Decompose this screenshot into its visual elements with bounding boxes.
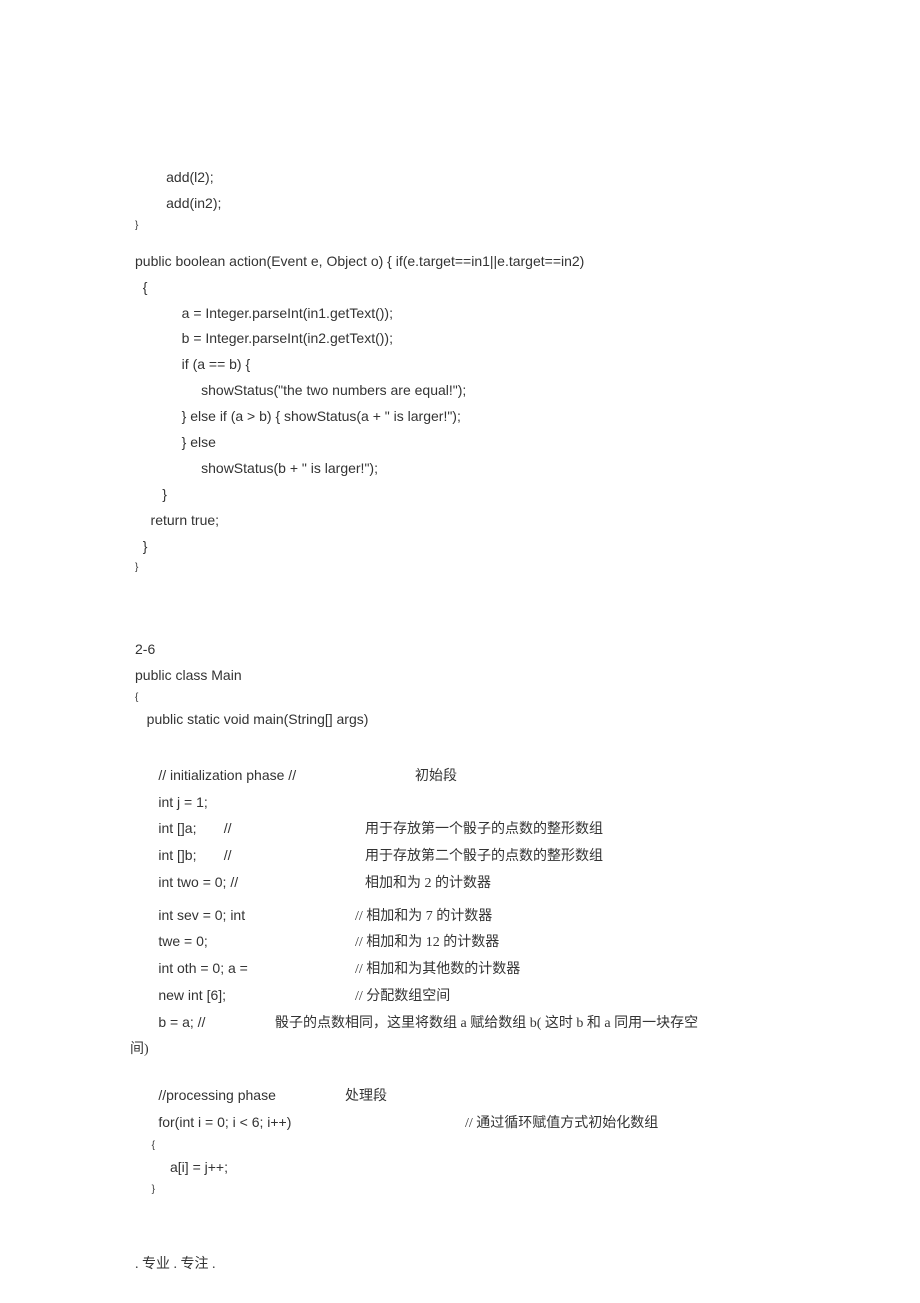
code-left: for(int i = 0; i < 6; i++) xyxy=(135,1110,465,1136)
code-comment-row: int []a; // 用于存放第一个骰子的点数的整形数组 xyxy=(135,816,785,843)
code-left: twe = 0; xyxy=(135,929,355,955)
code-line: public boolean action(Event e, Object o)… xyxy=(135,249,785,275)
comment-right: 处理段 xyxy=(345,1084,387,1110)
comment-right: // 相加和为 12 的计数器 xyxy=(355,930,499,956)
comment-right: 相加和为 2 的计数器 xyxy=(365,871,491,897)
comment-right: 用于存放第二个骰子的点数的整形数组 xyxy=(365,844,603,870)
code-comment-row: b = a; // 骰子的点数相同，这里将数组 a 赋给数组 b( 这时 b 和… xyxy=(135,1010,785,1037)
code-line: } xyxy=(135,1181,785,1199)
comment-right: 用于存放第一个骰子的点数的整形数组 xyxy=(365,817,603,843)
code-line: add(in2); xyxy=(135,191,785,217)
code-line: { xyxy=(135,689,785,707)
code-left: new int [6]; xyxy=(135,983,355,1009)
comment-right: // 分配数组空间 xyxy=(355,984,450,1010)
comment-right: // 相加和为 7 的计数器 xyxy=(355,904,492,930)
document-page: add(l2); add(in2); } public boolean acti… xyxy=(0,0,920,1303)
code-line: a[i] = j++; xyxy=(135,1155,785,1181)
code-line: showStatus("the two numbers are equal!")… xyxy=(135,378,785,404)
section-header: 2-6 xyxy=(135,637,785,663)
page-footer: . 专业 . 专注 . xyxy=(135,1253,216,1273)
code-left: // initialization phase // xyxy=(135,763,415,789)
code-comment-row: //processing phase 处理段 xyxy=(135,1083,785,1110)
code-line: showStatus(b + " is larger!"); xyxy=(135,456,785,482)
code-line: public class Main xyxy=(135,663,785,689)
code-block-2: 2-6 public class Main { public static vo… xyxy=(135,637,785,1198)
code-line: { xyxy=(135,1137,785,1155)
code-block-1: add(l2); add(in2); } public boolean acti… xyxy=(135,165,785,577)
code-line: } xyxy=(135,217,785,235)
code-line: } else if (a > b) { showStatus(a + " is … xyxy=(135,404,785,430)
code-line: a = Integer.parseInt(in1.getText()); xyxy=(135,301,785,327)
code-comment-row: // initialization phase // 初始段 xyxy=(135,763,785,790)
code-left: b = a; // xyxy=(135,1010,275,1036)
code-line: return true; xyxy=(135,508,785,534)
code-comment-row: int two = 0; // 相加和为 2 的计数器 xyxy=(135,870,785,897)
code-comment-row: int sev = 0; int // 相加和为 7 的计数器 xyxy=(135,903,785,930)
code-left: int oth = 0; a = xyxy=(135,956,355,982)
code-line: { xyxy=(135,275,785,301)
comment-right: 骰子的点数相同，这里将数组 a 赋给数组 b( 这时 b 和 a 同用一块存空 xyxy=(275,1011,698,1037)
comment-right: 初始段 xyxy=(415,764,457,790)
code-comment-row: new int [6]; // 分配数组空间 xyxy=(135,983,785,1010)
code-comment-row: for(int i = 0; i < 6; i++) // 通过循环赋值方式初始… xyxy=(135,1110,785,1137)
code-line: add(l2); xyxy=(135,165,785,191)
code-left: int []a; // xyxy=(135,816,365,842)
code-line: } xyxy=(135,559,785,577)
code-left: //processing phase xyxy=(135,1083,345,1109)
code-left: int []b; // xyxy=(135,843,365,869)
code-comment-row: int []b; // 用于存放第二个骰子的点数的整形数组 xyxy=(135,843,785,870)
code-line: b = Integer.parseInt(in2.getText()); xyxy=(135,326,785,352)
code-line: if (a == b) { xyxy=(135,352,785,378)
comment-right: // 通过循环赋值方式初始化数组 xyxy=(465,1111,658,1137)
code-line: public static void main(String[] args) xyxy=(135,707,785,733)
code-comment-row: int oth = 0; a = // 相加和为其他数的计数器 xyxy=(135,956,785,983)
code-line: int j = 1; xyxy=(135,790,785,816)
comment-right: // 相加和为其他数的计数器 xyxy=(355,957,520,983)
code-comment-row: twe = 0; // 相加和为 12 的计数器 xyxy=(135,929,785,956)
code-line: } xyxy=(135,482,785,508)
code-left: int two = 0; // xyxy=(135,870,365,896)
code-left: int sev = 0; int xyxy=(135,903,355,929)
code-line: } else xyxy=(135,430,785,456)
code-line: } xyxy=(135,534,785,560)
code-line: 间) xyxy=(130,1037,785,1063)
